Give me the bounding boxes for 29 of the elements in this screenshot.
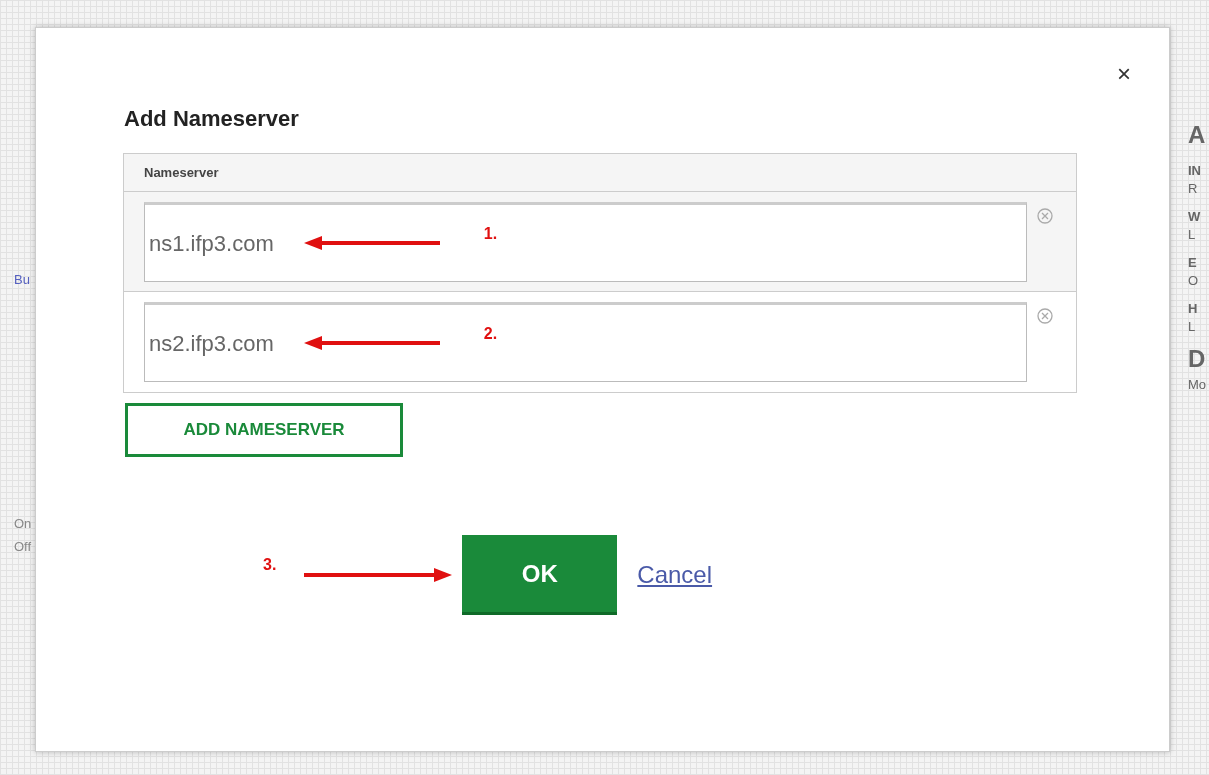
background-text: A (1188, 120, 1207, 150)
add-nameserver-button[interactable]: ADD NAMESERVER (125, 403, 403, 457)
background-text: Off (14, 538, 33, 556)
background-text: H (1188, 300, 1199, 318)
nameserver-input[interactable]: ns2.ifp3.com 2. (144, 302, 1027, 382)
background-text: E (1188, 254, 1198, 272)
dialog-title: Add Nameserver (124, 105, 300, 133)
background-text: R (1188, 180, 1199, 198)
background-text: Mo (1188, 376, 1208, 394)
input-value: ns1.ifp3.com (149, 229, 274, 258)
annotation-number: 1. (483, 224, 498, 244)
background-text: L (1188, 226, 1197, 244)
annotation-number: 3. (263, 555, 277, 575)
remove-icon[interactable] (1037, 208, 1053, 224)
column-header: Nameserver (144, 163, 219, 182)
close-button[interactable]: × (1117, 62, 1131, 86)
background-text: D (1188, 344, 1207, 374)
background-text: O (1188, 272, 1200, 290)
background-text: L (1188, 318, 1197, 336)
input-value: ns2.ifp3.com (149, 329, 274, 358)
cancel-link[interactable]: Cancel (637, 557, 713, 593)
remove-icon[interactable] (1037, 308, 1053, 324)
ok-button[interactable]: OK (462, 535, 618, 615)
background-text: IN (1188, 162, 1202, 180)
annotation-number: 2. (483, 324, 498, 344)
background-text: W (1188, 208, 1202, 226)
nameserver-input[interactable]: ns1.ifp3.com 1. (144, 202, 1027, 282)
background-text: On (14, 514, 33, 533)
background-text: Bu (14, 271, 31, 289)
